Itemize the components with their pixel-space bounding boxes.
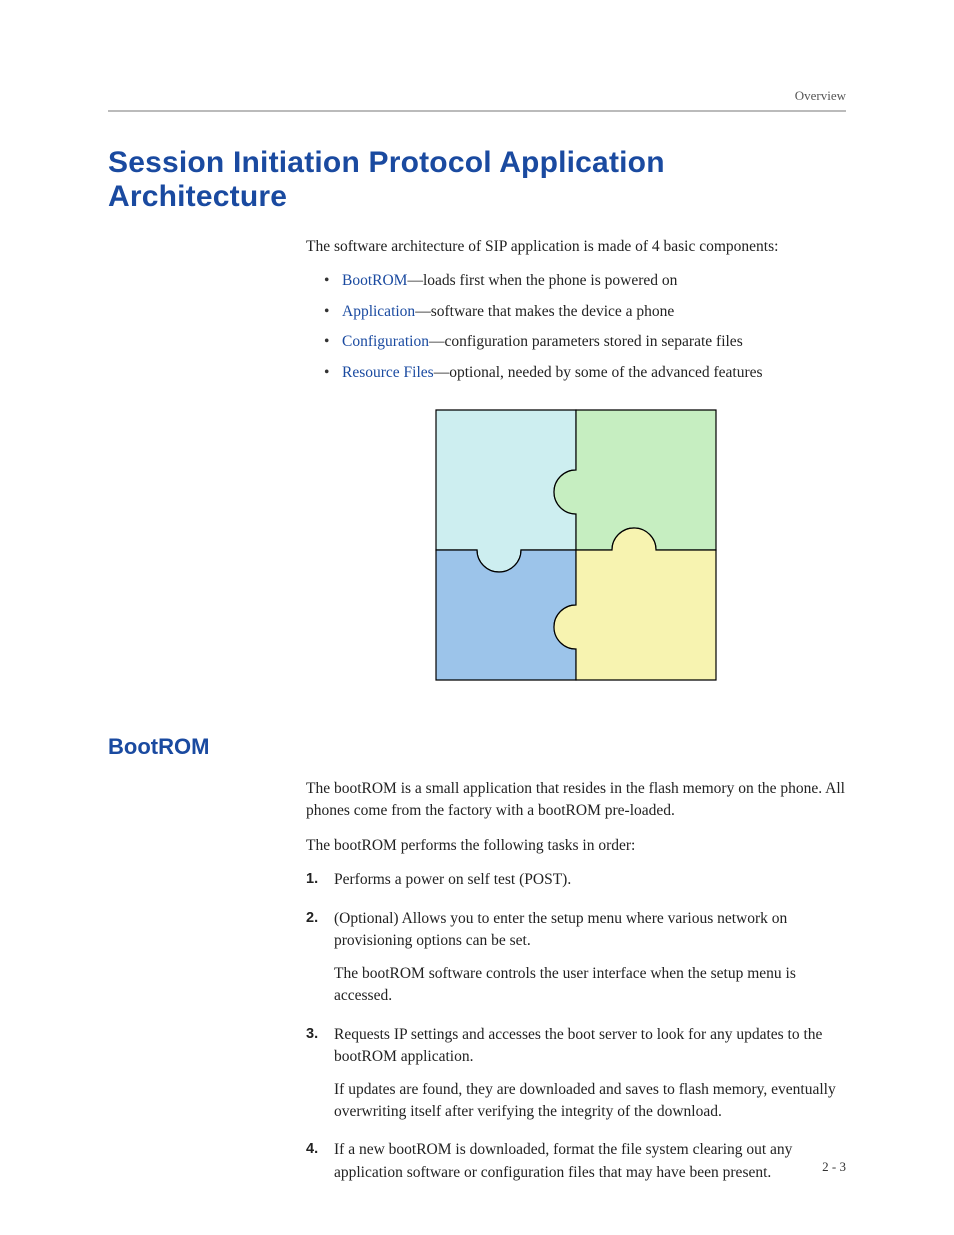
step-text: Performs a power on self test (POST). bbox=[334, 871, 571, 888]
step-text: (Optional) Allows you to enter the setup… bbox=[334, 910, 787, 949]
bootrom-body: The bootROM is a small application that … bbox=[306, 778, 846, 1185]
step-text: If a new bootROM is downloaded, format t… bbox=[334, 1141, 792, 1180]
list-item: Application—software that makes the devi… bbox=[324, 301, 846, 323]
puzzle-figure bbox=[306, 400, 846, 697]
step-item: (Optional) Allows you to enter the setup… bbox=[306, 908, 846, 1008]
intro-paragraph: The software architecture of SIP applica… bbox=[306, 236, 846, 258]
step-subtext: The bootROM software controls the user i… bbox=[334, 963, 846, 1008]
bootrom-p1: The bootROM is a small application that … bbox=[306, 778, 846, 823]
bootrom-link[interactable]: BootROM bbox=[342, 272, 407, 289]
page-title: Session Initiation Protocol Application … bbox=[108, 146, 846, 214]
resource-files-link[interactable]: Resource Files bbox=[342, 364, 434, 381]
step-text: Requests IP settings and accesses the bo… bbox=[334, 1026, 822, 1065]
step-item: Performs a power on self test (POST). bbox=[306, 869, 846, 891]
bootrom-p2: The bootROM performs the following tasks… bbox=[306, 835, 846, 857]
page: Overview Session Initiation Protocol App… bbox=[0, 0, 954, 1235]
list-item-desc: —software that makes the device a phone bbox=[415, 303, 674, 320]
list-item: Configuration—configuration parameters s… bbox=[324, 331, 846, 353]
step-item: Requests IP settings and accesses the bo… bbox=[306, 1024, 846, 1124]
list-item-desc: —optional, needed by some of the advance… bbox=[434, 364, 763, 381]
bootrom-steps: Performs a power on self test (POST). (O… bbox=[306, 869, 846, 1184]
list-item-desc: —loads first when the phone is powered o… bbox=[407, 272, 677, 289]
list-item-desc: —configuration parameters stored in sepa… bbox=[429, 333, 743, 350]
bootrom-heading: BootROM bbox=[108, 734, 846, 760]
list-item: Resource Files—optional, needed by some … bbox=[324, 362, 846, 384]
list-item: BootROM—loads first when the phone is po… bbox=[324, 270, 846, 292]
step-subtext: If updates are found, they are downloade… bbox=[334, 1079, 846, 1124]
puzzle-icon bbox=[426, 400, 726, 690]
application-link[interactable]: Application bbox=[342, 303, 415, 320]
page-number: 2 - 3 bbox=[822, 1159, 846, 1175]
intro-block: The software architecture of SIP applica… bbox=[306, 236, 846, 698]
configuration-link[interactable]: Configuration bbox=[342, 333, 429, 350]
running-head: Overview bbox=[108, 88, 846, 112]
component-list: BootROM—loads first when the phone is po… bbox=[324, 270, 846, 384]
step-item: If a new bootROM is downloaded, format t… bbox=[306, 1139, 846, 1184]
